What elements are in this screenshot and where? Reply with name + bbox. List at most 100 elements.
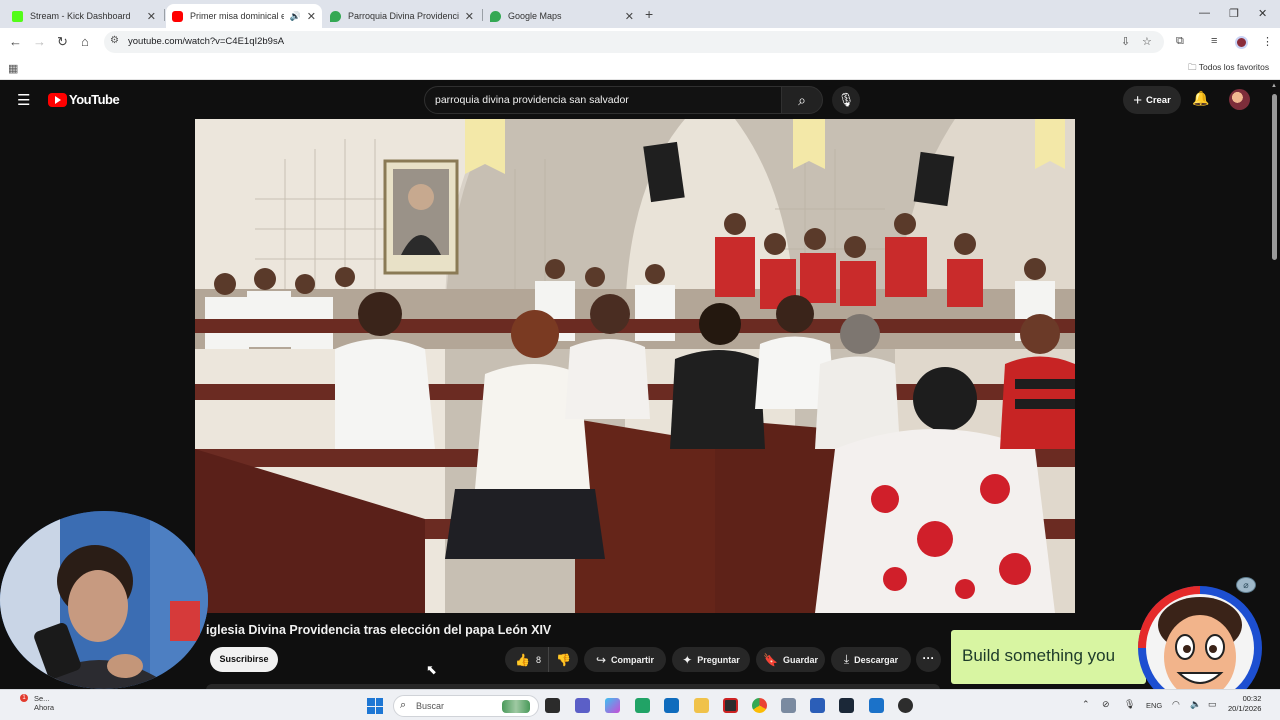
bell-icon[interactable]: 🔔 [1192,90,1209,107]
mic-icon[interactable]: 🎙 [1124,699,1135,710]
share-button[interactable]: ↪ Compartir [584,647,666,672]
install-icon[interactable]: ⇩ [1121,35,1130,48]
battery-icon[interactable]: ▭ [1208,699,1217,710]
speaker-icon[interactable]: 🔊 [290,11,301,22]
language-indicator[interactable]: ENG [1146,701,1162,710]
home-icon[interactable]: ⌂ [81,34,89,49]
like-icon: 👍 [515,652,530,667]
steam-icon[interactable] [839,698,854,713]
scroll-up-icon[interactable]: ▲ [1271,83,1277,89]
weather-widget[interactable]: 1 Se... Ahora [20,694,54,712]
voice-search-button[interactable]: 🎙 [832,86,860,114]
star-icon[interactable]: ☆ [1142,35,1152,48]
file-explorer-icon[interactable] [694,698,709,713]
network-off-icon[interactable]: ⊘ [1102,699,1110,710]
ask-label: Preguntar [697,654,740,665]
menu-icon[interactable]: ⋮ [1262,35,1273,48]
recorder-icon[interactable] [723,698,738,713]
tab-title: Parroquia Divina Providencia - Google Ma… [348,11,459,21]
create-label: Crear [1145,94,1171,106]
mic-icon: 🎙 [837,92,855,107]
tab-kick-dashboard[interactable]: Stream - Kick Dashboard ✕ [6,4,162,28]
media-icon[interactable]: ≡ [1211,35,1217,47]
minimize-icon[interactable]: — [1199,7,1210,19]
tab-separator [482,9,483,21]
tray-chevron-icon[interactable]: ⌃ [1082,699,1090,710]
all-bookmarks-button[interactable]: 🗀 Todos los favoritos [1188,62,1269,76]
plus-icon: + [1133,91,1142,109]
search-icon: ⌕ [798,92,806,108]
camera-icon[interactable] [781,698,796,713]
reload-icon[interactable]: ↻ [57,34,68,50]
dislike-button[interactable]: 👎 [548,647,578,672]
clock-date: 20/1/2026 [1228,704,1262,713]
tab-youtube-video[interactable]: Primer misa dominical en iglesia Divina … [166,4,322,28]
browser-tab-strip: Stream - Kick Dashboard ✕ Primer misa do… [0,0,1280,28]
dislike-icon: 👎 [556,652,571,667]
chrome-icon[interactable] [752,698,767,713]
outlook-icon[interactable] [664,698,679,713]
more-icon: ··· [922,651,935,665]
search-highlight-icon [502,700,530,713]
system-clock[interactable]: 00:32 20/1/2026 [1228,694,1261,714]
windows-taskbar: 1 Se... Ahora ⌕ Buscar ⌃ ⊘ 🎙 ENG ◠ 🔈 ▭ 0… [0,689,1280,720]
copilot-icon[interactable] [605,698,620,713]
close-window-icon[interactable]: ✕ [1258,7,1267,20]
camtasia-icon[interactable] [635,698,650,713]
save-label: Guardar [782,654,818,665]
obs-icon[interactable] [898,698,913,713]
maps-favicon-icon [330,10,341,22]
tune-icon[interactable]: ⚙ [110,35,119,46]
close-tab-icon[interactable]: ✕ [465,10,474,23]
store-icon[interactable] [869,698,884,713]
extensions-icon[interactable]: ⧉ [1176,35,1184,48]
page-scrollbar-thumb[interactable] [1272,94,1277,260]
more-actions-button[interactable]: ··· [916,647,941,672]
tab-google-maps[interactable]: Google Maps ✕ [484,4,640,28]
sponsored-banner[interactable]: Build something you [951,630,1146,684]
tab-title: Primer misa dominical en iglesia Divina … [190,11,284,21]
avatar[interactable] [1229,89,1250,110]
close-tab-icon[interactable]: ✕ [625,10,634,23]
chrome-profile-avatar[interactable] [1235,36,1248,49]
windows-start-icon[interactable] [367,698,383,714]
guide-menu-icon[interactable]: ☰ [17,91,30,109]
maps-favicon-icon [490,10,501,22]
taskbar-search-input[interactable]: ⌕ Buscar [393,695,539,717]
apps-grid-icon[interactable]: ▦ [8,62,18,75]
search-input[interactable]: parroquia divina providencia san salvado… [424,86,782,114]
wifi-icon[interactable]: ◠ [1172,699,1180,710]
close-tab-icon[interactable]: ✕ [147,10,156,23]
video-title: iglesia Divina Providencia tras elección… [206,623,552,637]
folder-icon: 🗀 [1188,62,1197,72]
subscribe-button[interactable]: Suscribirse [210,647,278,672]
clock-time: 00:32 [1242,694,1262,703]
volume-icon[interactable]: 🔈 [1190,699,1201,710]
like-button[interactable]: 👍 8 [505,647,548,672]
back-icon[interactable]: ← [9,34,22,49]
create-button[interactable]: + Crear [1123,86,1181,114]
ask-button[interactable]: ✦ Preguntar [672,647,750,672]
youtube-logo-icon[interactable] [48,93,67,107]
forward-icon[interactable]: → [33,34,46,49]
word-icon[interactable] [810,698,825,713]
youtube-logo-text[interactable]: YouTube [69,92,120,107]
video-player[interactable] [195,119,1075,613]
address-bar[interactable]: ⚙ youtube.com/watch?v=C4E1qI2b9sA [104,31,1164,53]
save-button[interactable]: 🔖 Guardar [756,647,825,672]
download-button[interactable]: ⤓ Descargar [831,647,911,672]
close-tab-icon[interactable]: ✕ [307,10,316,23]
tab-title: Google Maps [508,11,562,21]
tab-parroquia-maps[interactable]: Parroquia Divina Providencia - Google Ma… [324,4,480,28]
webcam-overlay [0,511,208,689]
teams-icon[interactable] [575,698,590,713]
new-tab-plus-icon[interactable]: + [645,6,653,22]
youtube-header: ☰ YouTube parroquia divina providencia s… [0,81,1268,119]
notification-dot-icon: 1 [20,694,28,702]
bookmark-icon: 🔖 [763,652,778,667]
share-label: Compartir [611,654,655,665]
search-button[interactable]: ⌕ [781,86,823,114]
restore-icon[interactable]: ❐ [1229,7,1239,20]
task-view-icon[interactable] [545,698,560,713]
all-bookmarks-label: Todos los favoritos [1198,62,1270,72]
